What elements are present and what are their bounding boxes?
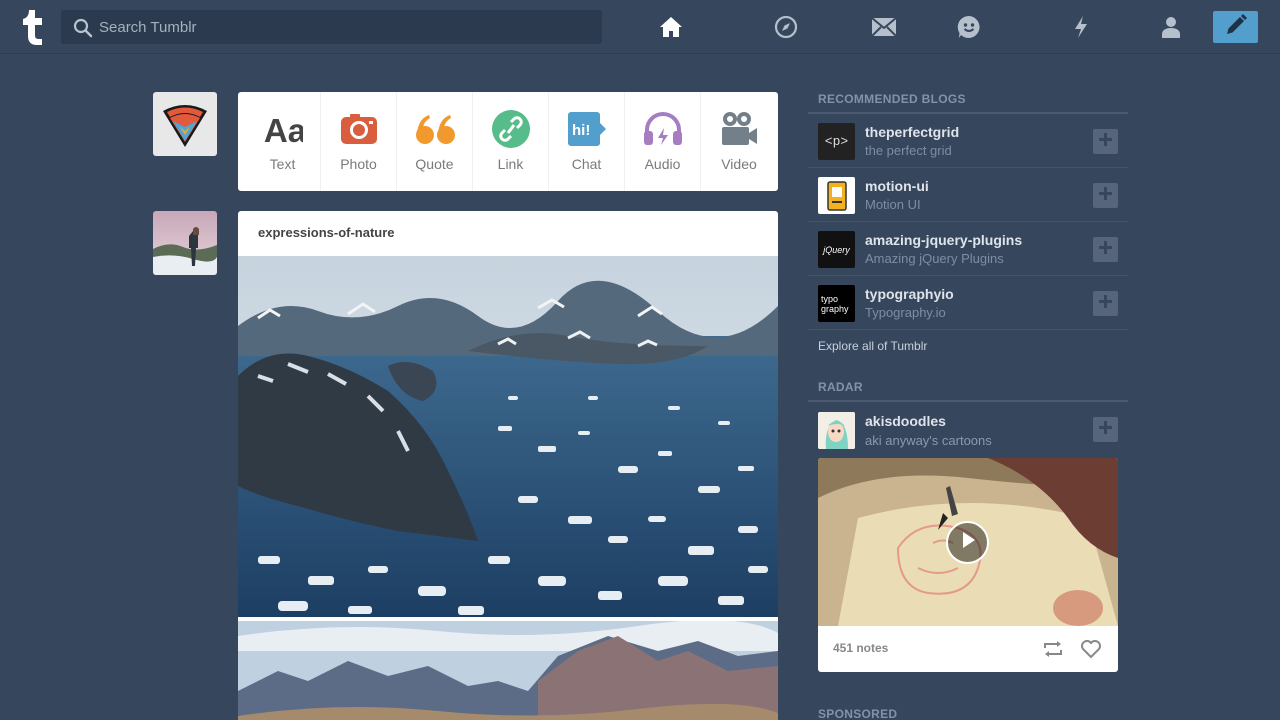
post-type-photo-button[interactable]: Photo	[321, 92, 397, 191]
text-aa-icon: Aa	[263, 109, 302, 149]
play-button[interactable]	[946, 521, 989, 564]
top-navigation-bar	[0, 0, 1280, 54]
plus-icon	[1099, 186, 1112, 205]
post-blog-name[interactable]: expressions-of-nature	[238, 211, 778, 256]
blog-title: Motion UI	[865, 197, 921, 212]
radar-video-thumbnail[interactable]	[818, 458, 1118, 626]
blog-name[interactable]: motion-ui	[865, 178, 929, 194]
home-icon[interactable]	[658, 14, 684, 40]
notes-count[interactable]: 451 notes	[833, 641, 888, 655]
blog-avatar: <p>	[818, 123, 855, 160]
link-icon	[491, 109, 531, 149]
blog-name[interactable]: akisdoodles	[865, 413, 946, 429]
sponsored-title: SPONSORED	[818, 707, 898, 720]
recommended-blog-item[interactable]: jQuery amazing-jquery-plugins Amazing jQ…	[808, 222, 1128, 276]
post-type-label: Link	[497, 156, 524, 172]
search-box[interactable]	[61, 10, 602, 44]
post-type-label: Video	[721, 156, 757, 172]
play-icon	[960, 531, 976, 554]
search-input[interactable]	[99, 10, 589, 44]
account-person-icon[interactable]	[1158, 14, 1184, 40]
heart-like-icon[interactable]	[1080, 638, 1102, 660]
svg-text:hi!: hi!	[572, 122, 590, 139]
blog-avatar: typo graphy	[818, 285, 855, 322]
explore-all-link[interactable]: Explore all of Tumblr	[808, 330, 1128, 376]
compose-button[interactable]	[1213, 11, 1258, 43]
post-type-label: Text	[269, 156, 296, 172]
radar-title: RADAR	[808, 376, 1128, 402]
recommended-blog-item[interactable]: motion-ui Motion UI	[808, 168, 1128, 222]
post-type-label: Photo	[340, 156, 377, 172]
messaging-smiley-icon[interactable]	[956, 14, 982, 40]
dashboard-post: expressions-of-nature	[238, 211, 778, 720]
post-photo[interactable]	[238, 619, 778, 720]
plus-icon	[1099, 132, 1112, 151]
activity-lightning-icon[interactable]	[1068, 14, 1094, 40]
post-photo[interactable]	[238, 256, 778, 617]
headphones-icon	[643, 109, 683, 149]
blog-title: Amazing jQuery Plugins	[865, 251, 1004, 266]
inbox-mail-icon[interactable]	[871, 14, 897, 40]
recommended-blog-item[interactable]: <p> theperfectgrid the perfect grid	[808, 114, 1128, 168]
blog-title: Typography.io	[865, 305, 946, 320]
user-avatar[interactable]	[153, 92, 217, 156]
video-camera-icon	[719, 109, 759, 149]
radar-blog[interactable]: akisdoodles aki anyway's cartoons	[808, 402, 1128, 458]
chat-hi-icon: hi!	[567, 109, 607, 149]
quote-icon	[415, 109, 455, 149]
tumblr-logo[interactable]	[21, 9, 43, 45]
blog-avatar	[818, 177, 855, 214]
blog-title: the perfect grid	[865, 143, 952, 158]
search-icon	[73, 18, 93, 38]
blog-avatar	[818, 412, 855, 449]
recommended-blog-item[interactable]: typo graphy typographyio Typography.io	[808, 276, 1128, 330]
post-type-label: Chat	[571, 156, 602, 172]
follow-button[interactable]	[1093, 291, 1118, 316]
post-type-chat-button[interactable]: hi! Chat	[549, 92, 625, 191]
blog-name[interactable]: theperfectgrid	[865, 124, 959, 140]
post-blog-avatar[interactable]	[153, 211, 217, 275]
follow-button[interactable]	[1093, 129, 1118, 154]
blog-name[interactable]: typographyio	[865, 286, 954, 302]
explore-compass-icon[interactable]	[773, 14, 799, 40]
post-type-bar: Aa Text Photo Quote Link hi! Chat Audio	[238, 92, 778, 191]
recommended-blogs-title: RECOMMENDED BLOGS	[808, 88, 1128, 114]
reblog-icon[interactable]	[1042, 638, 1064, 660]
svg-text:Aa: Aa	[263, 113, 302, 147]
pencil-icon	[1224, 13, 1248, 42]
post-type-label: Quote	[415, 156, 454, 172]
post-type-text-button[interactable]: Aa Text	[245, 92, 321, 191]
plus-icon	[1099, 294, 1112, 313]
blog-avatar: jQuery	[818, 231, 855, 268]
post-type-quote-button[interactable]: Quote	[397, 92, 473, 191]
post-type-label: Audio	[644, 156, 681, 172]
plus-icon	[1099, 240, 1112, 259]
sidebar: RECOMMENDED BLOGS <p> theperfectgrid the…	[808, 88, 1128, 672]
plus-icon	[1099, 420, 1112, 439]
blog-name[interactable]: amazing-jquery-plugins	[865, 232, 1022, 248]
post-type-video-button[interactable]: Video	[701, 92, 777, 191]
follow-button[interactable]	[1093, 417, 1118, 442]
camera-icon	[339, 109, 379, 149]
follow-button[interactable]	[1093, 237, 1118, 262]
radar-post-card: 451 notes	[818, 458, 1118, 672]
post-type-audio-button[interactable]: Audio	[625, 92, 701, 191]
blog-title: aki anyway's cartoons	[865, 433, 992, 448]
follow-button[interactable]	[1093, 183, 1118, 208]
radar-post-footer: 451 notes	[818, 626, 1118, 672]
post-type-link-button[interactable]: Link	[473, 92, 549, 191]
